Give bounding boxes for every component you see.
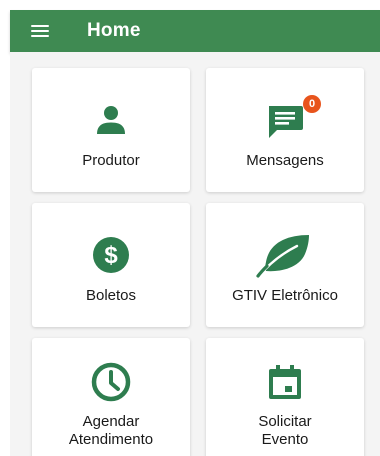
card-mensagens[interactable]: 0 Mensagens [206,68,364,192]
person-icon [97,106,125,134]
unread-badge: 0 [303,95,321,113]
message-icon [269,106,303,138]
card-agendar-atendimento[interactable]: Agendar Atendimento [32,338,190,456]
card-label: Mensagens [246,152,324,169]
page-title: Home [87,20,141,41]
card-label: GTIV Eletrônico [232,287,338,304]
dollar-circle-icon: $ [93,237,129,273]
dashboard-grid: Produtor 0 Mensagens $ Boletos GTIV Elet… [10,52,380,456]
clock-icon [91,362,131,402]
card-produtor[interactable]: Produtor [32,68,190,192]
calendar-icon [269,365,301,399]
app-screen: Home Produtor 0 Mensagens $ Boletos GTIV… [0,0,380,456]
app-bar: Home [10,10,380,52]
card-solicitar-evento[interactable]: Solicitar Evento [206,338,364,456]
card-label: Boletos [85,287,137,304]
card-label: Agendar Atendimento [68,413,154,448]
card-label: Solicitar Evento [258,413,312,448]
leaf-icon [256,235,309,278]
card-boletos[interactable]: $ Boletos [32,203,190,327]
hamburger-menu-icon[interactable] [31,23,49,39]
svg-text:$: $ [104,242,118,269]
card-label: Produtor [82,152,140,169]
card-gtiv-eletronico[interactable]: GTIV Eletrônico [206,203,364,327]
